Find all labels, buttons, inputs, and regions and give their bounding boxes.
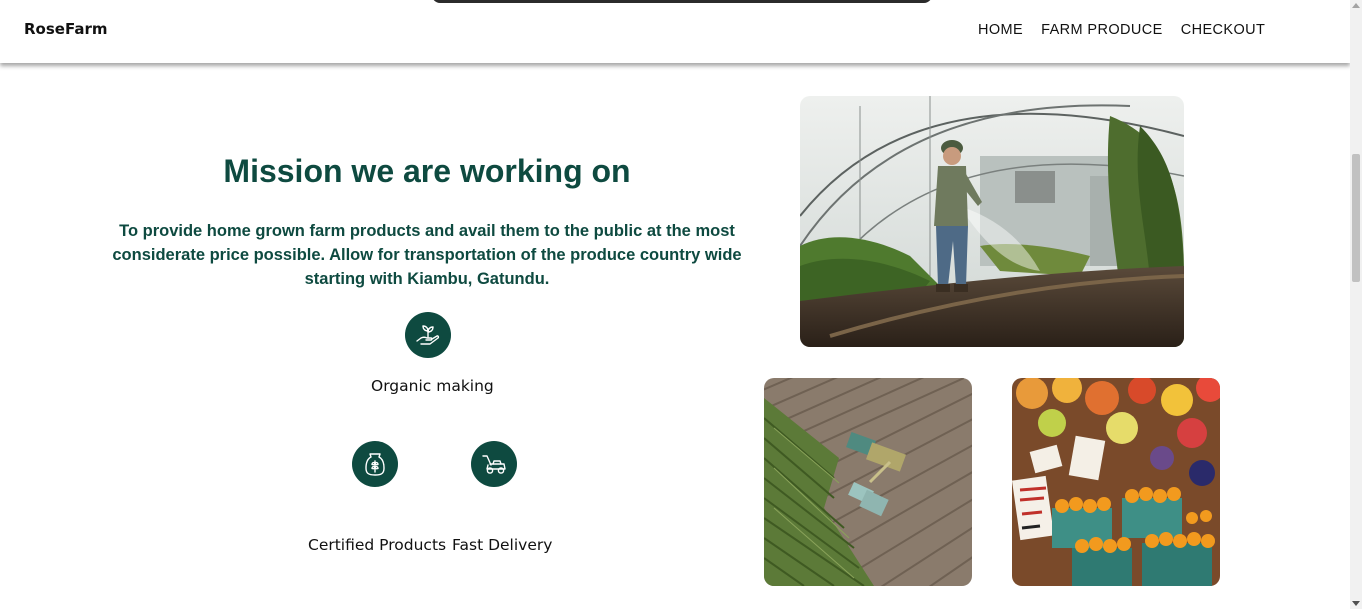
page-scrollbar[interactable] [1350,0,1362,609]
plant-in-hand-icon [405,312,451,358]
top-overlay-bar [432,0,932,3]
navbar: RoseFarm HOME FARM PRODUCE CHECKOUT [0,0,1350,63]
feature-label-certified: Certified Products [308,536,447,554]
nav-home-link[interactable]: HOME [978,22,1023,38]
scroll-down-arrow-icon[interactable] [1352,601,1360,606]
nav-checkout-link[interactable]: CHECKOUT [1181,22,1266,38]
mission-description: To provide home grown farm products and … [112,222,742,288]
nav-farm-produce-link[interactable]: FARM PRODUCE [1041,22,1163,38]
grain-sack-icon [352,441,398,487]
lawn-mower-icon [471,441,517,487]
scroll-thumb[interactable] [1352,154,1360,282]
aerial-tractor-harvest-photo [764,378,972,586]
farmer-watering-greenhouse-photo [800,96,1184,347]
mission-title: Mission we are working on [223,153,631,189]
feature-label-delivery: Fast Delivery [452,536,553,554]
brand-logo[interactable]: RoseFarm [24,20,107,38]
market-produce-stall-photo [1012,378,1220,586]
feature-label-organic: Organic making [371,377,494,395]
scroll-up-arrow-icon[interactable] [1352,3,1360,8]
nav-links: HOME FARM PRODUCE CHECKOUT [978,22,1265,38]
